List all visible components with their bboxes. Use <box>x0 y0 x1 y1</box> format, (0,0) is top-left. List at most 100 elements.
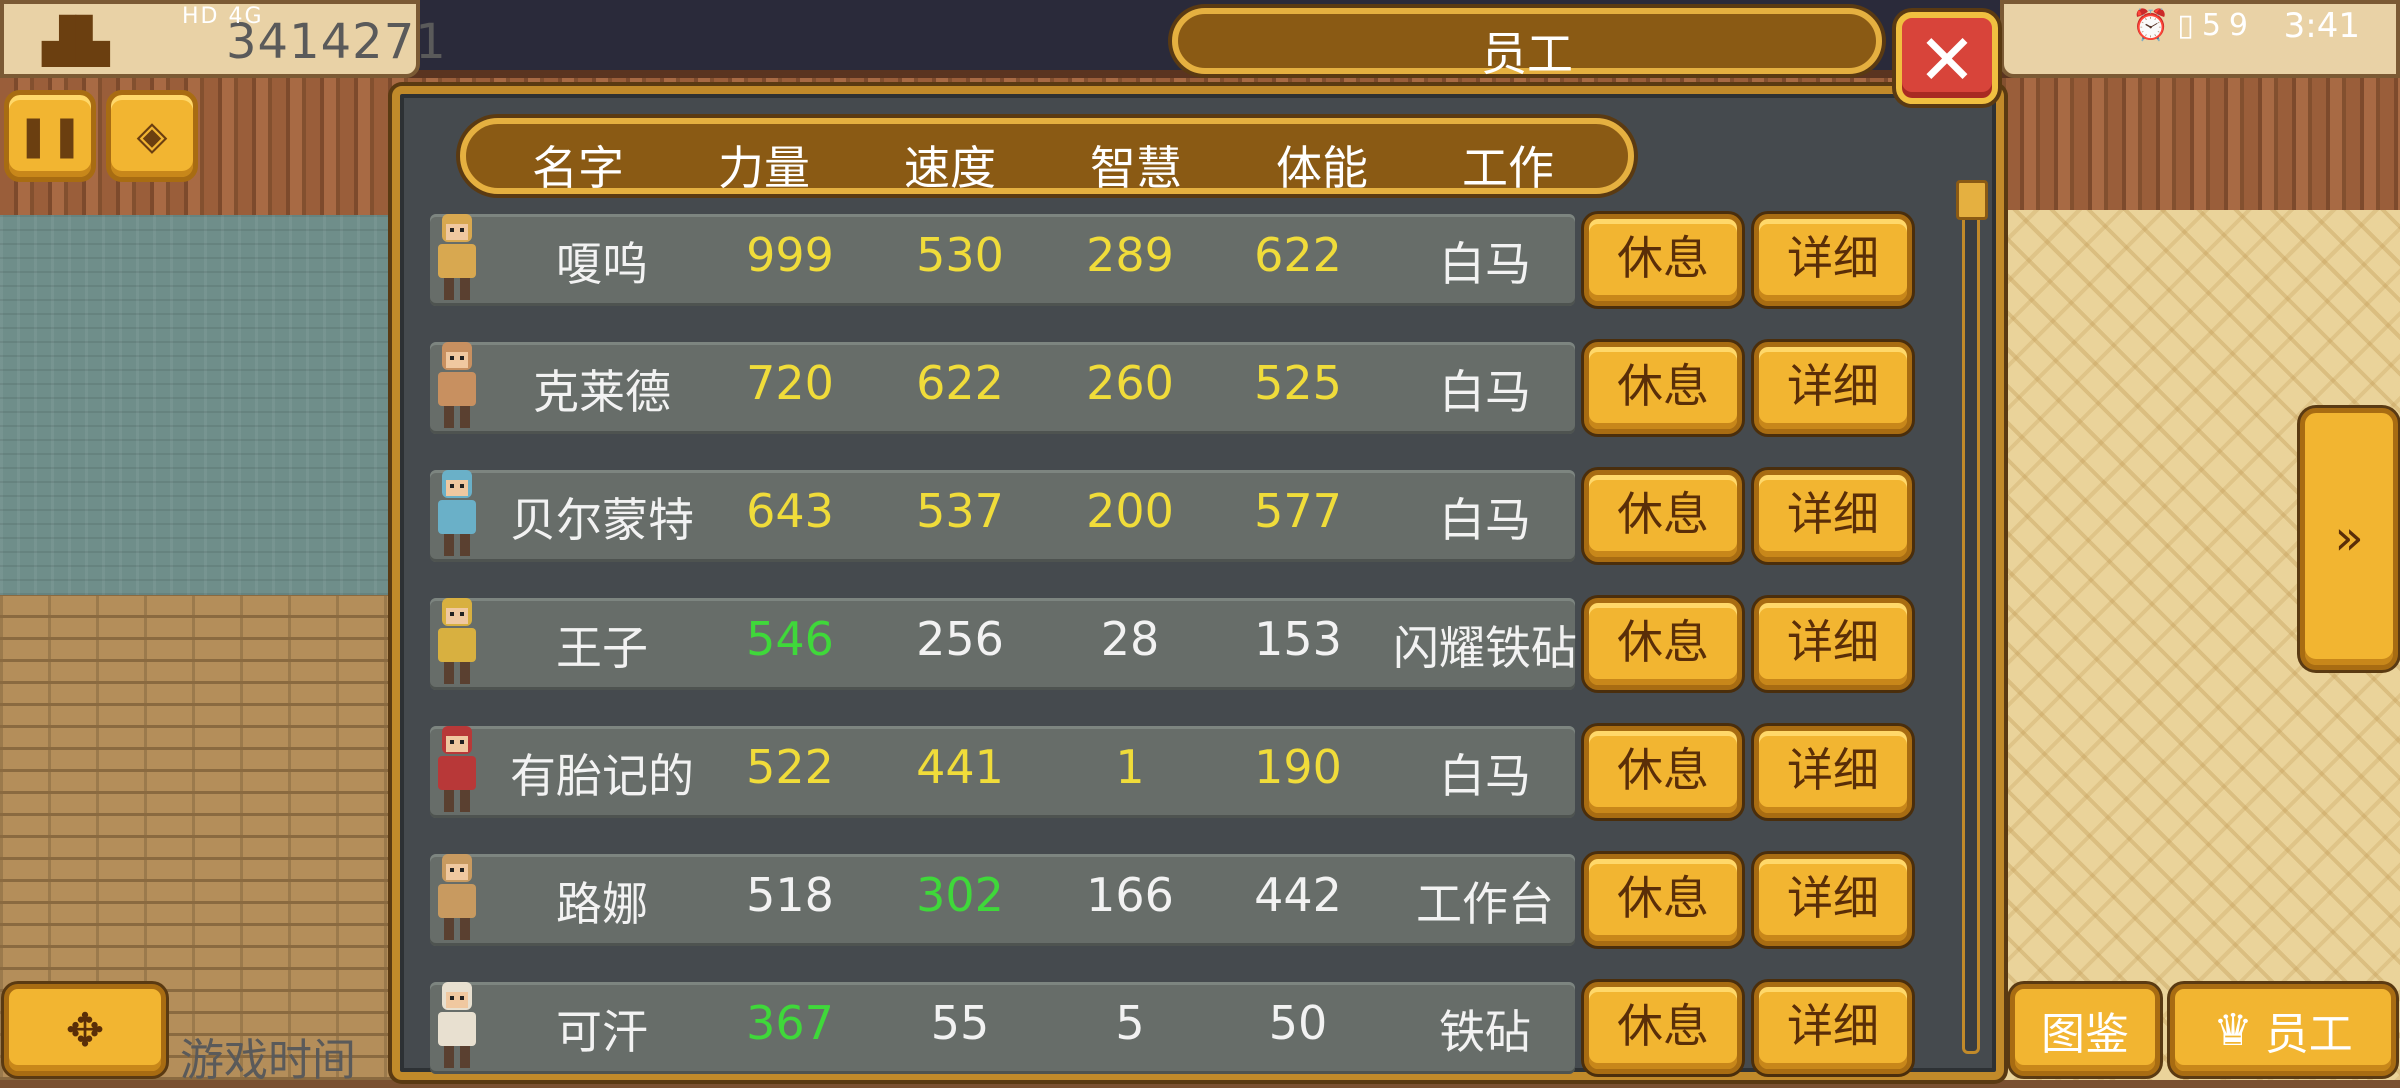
strength-value: 999 <box>746 228 834 282</box>
wisdom-value: 5 <box>1115 996 1145 1050</box>
stamina-value: 525 <box>1254 356 1342 410</box>
scrollbar-track[interactable] <box>1962 186 1980 1054</box>
speed-value: 441 <box>916 740 1004 794</box>
speed-value: 55 <box>930 996 990 1050</box>
wisdom-value: 1 <box>1115 740 1145 794</box>
strength-value: 522 <box>746 740 834 794</box>
speed-value: 530 <box>916 228 1004 282</box>
header-strength: 力量 <box>718 141 810 195</box>
detail-button[interactable]: 详细 <box>1754 982 1912 1074</box>
staff-name: 路娜 <box>556 877 648 931</box>
status-bar-right: ⏰▯59 3:41 <box>2000 0 2400 78</box>
detail-button[interactable]: 详细 <box>1754 854 1912 946</box>
staff-avatar <box>426 336 488 436</box>
staff-avatar <box>426 208 488 308</box>
catalog-button[interactable]: 图鉴 <box>2010 984 2160 1076</box>
speed-value: 256 <box>916 612 1004 666</box>
stone-floor <box>0 215 400 595</box>
detail-button[interactable]: 详细 <box>1754 342 1912 434</box>
table-row: 嗄呜 999 530 289 622 白马 <box>430 214 1575 306</box>
stamina-value: 153 <box>1254 612 1342 666</box>
header-wisdom: 智慧 <box>1090 141 1182 195</box>
tickets-icon: ◈ <box>136 113 168 159</box>
staff-button[interactable]: ♛ 员工 <box>2170 984 2396 1076</box>
staff-name: 克莱德 <box>533 365 671 419</box>
job-value: 铁砧 <box>1439 1005 1531 1059</box>
speed-value: 537 <box>916 484 1004 538</box>
staff-name: 嗄呜 <box>556 237 648 291</box>
stamina-value: 50 <box>1268 996 1328 1050</box>
table-row: 克莱德 720 622 260 525 白马 <box>430 342 1575 434</box>
job-value: 闪耀铁砧 <box>1393 621 1577 675</box>
clock: 3:41 <box>2283 6 2360 46</box>
header-name: 名字 <box>532 141 624 195</box>
navigate-button[interactable]: ✥ <box>4 984 166 1076</box>
detail-button[interactable]: 详细 <box>1754 470 1912 562</box>
wisdom-value: 166 <box>1086 868 1174 922</box>
table-row: 贝尔蒙特 643 537 200 577 白马 <box>430 470 1575 562</box>
rest-button[interactable]: 休息 <box>1584 470 1742 562</box>
staff-name: 贝尔蒙特 <box>510 493 694 547</box>
job-value: 白马 <box>1439 365 1531 419</box>
panel-title: 员工 <box>1481 27 1573 81</box>
network-status: HD 4G <box>182 4 264 29</box>
stamina-value: 622 <box>1254 228 1342 282</box>
stamina-value: 190 <box>1254 740 1342 794</box>
alarm-vibrate-battery-icons: ⏰▯59 <box>2131 8 2256 43</box>
job-value: 白马 <box>1439 493 1531 547</box>
staff-name: 可汗 <box>556 1005 648 1059</box>
strength-value: 546 <box>746 612 834 666</box>
table-header: 名字 力量 速度 智慧 体能 工作 <box>460 118 1634 195</box>
crown-icon: ♛ <box>2213 1004 2253 1056</box>
job-value: 工作台 <box>1416 877 1554 931</box>
panel-title-bar: 员工 <box>1172 8 1882 81</box>
close-button[interactable]: ✕ <box>1896 12 1998 104</box>
detail-button[interactable]: 详细 <box>1754 598 1912 690</box>
buildings-icon: ▟▙ <box>42 16 110 67</box>
stamina-value: 577 <box>1254 484 1342 538</box>
wisdom-value: 200 <box>1086 484 1174 538</box>
rest-button[interactable]: 休息 <box>1584 726 1742 818</box>
detail-button[interactable]: 详细 <box>1754 726 1912 818</box>
table-row: 王子 546 256 28 153 闪耀铁砧 <box>430 598 1577 690</box>
speed-value: 302 <box>916 868 1004 922</box>
wisdom-value: 260 <box>1086 356 1174 410</box>
staff-name: 王子 <box>556 621 648 675</box>
wisdom-value: 28 <box>1100 612 1160 666</box>
speed-value: 622 <box>916 356 1004 410</box>
strength-value: 643 <box>746 484 834 538</box>
detail-button[interactable]: 详细 <box>1754 214 1912 306</box>
job-value: 白马 <box>1439 237 1531 291</box>
staff-avatar <box>426 592 488 692</box>
scrollbar-thumb[interactable] <box>1956 180 1988 220</box>
staff-label: 员工 <box>2264 1009 2353 1060</box>
pause-button[interactable]: ❚❚ <box>4 90 96 182</box>
staff-avatar <box>426 976 488 1076</box>
stamina-value: 442 <box>1254 868 1342 922</box>
strength-value: 518 <box>746 868 834 922</box>
strength-value: 720 <box>746 356 834 410</box>
pause-icon: ❚❚ <box>16 113 84 159</box>
header-speed: 速度 <box>904 141 996 195</box>
rest-button[interactable]: 休息 <box>1584 214 1742 306</box>
tickets-button[interactable]: ◈ <box>106 90 198 182</box>
table-row: 有胎记的 522 441 1 190 白马 <box>430 726 1575 818</box>
rest-button[interactable]: 休息 <box>1584 982 1742 1074</box>
expand-arrow-button[interactable]: » <box>2300 408 2398 670</box>
header-stamina: 体能 <box>1276 141 1368 195</box>
staff-avatar <box>426 464 488 564</box>
table-row: 路娜 518 302 166 442 工作台 <box>430 854 1575 946</box>
job-value: 白马 <box>1439 749 1531 803</box>
dpad-icon: ✥ <box>65 1003 105 1057</box>
close-icon: ✕ <box>1917 19 1977 101</box>
staff-avatar <box>426 848 488 948</box>
double-chevron-right-icon: » <box>2334 510 2364 566</box>
rest-button[interactable]: 休息 <box>1584 342 1742 434</box>
rest-button[interactable]: 休息 <box>1584 598 1742 690</box>
strength-value: 367 <box>746 996 834 1050</box>
rest-button[interactable]: 休息 <box>1584 854 1742 946</box>
catalog-label: 图鉴 <box>2041 1009 2129 1060</box>
table-row: 可汗 367 55 5 50 铁砧 <box>430 982 1575 1074</box>
staff-avatar <box>426 720 488 820</box>
battery-level: 59 <box>2201 8 2256 43</box>
